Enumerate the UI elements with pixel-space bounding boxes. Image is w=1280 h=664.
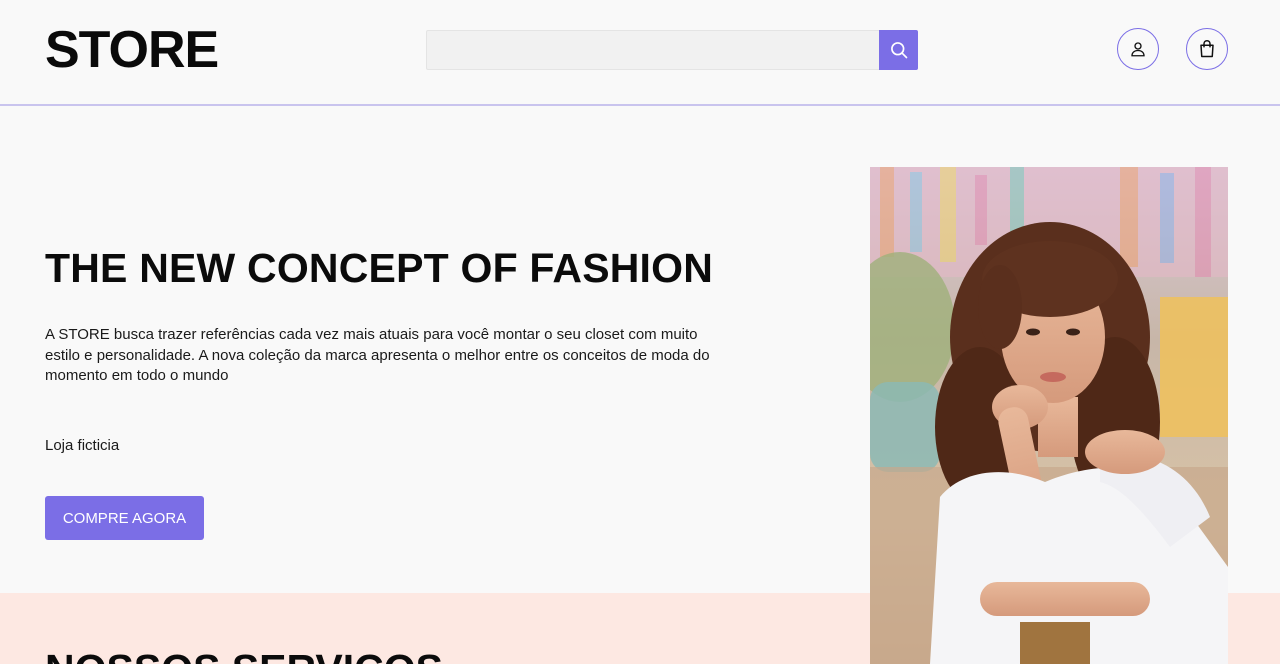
site-header: STORE: [0, 0, 1280, 106]
hero-title: THE NEW CONCEPT OF FASHION: [45, 245, 714, 291]
model-photo: [870, 167, 1228, 664]
store-logo[interactable]: STORE: [45, 22, 219, 78]
search-button[interactable]: [879, 30, 918, 70]
user-icon: [1131, 42, 1145, 57]
hero-image: [870, 167, 1228, 664]
shopping-bag-icon: [1200, 40, 1214, 58]
search-input[interactable]: [426, 30, 879, 70]
account-button[interactable]: [1117, 28, 1159, 70]
search-icon: [890, 42, 907, 59]
search-bar: [426, 30, 918, 70]
hero-note: Loja ficticia: [45, 437, 120, 454]
services-title: NOSSOS SERVIÇOS: [45, 645, 443, 664]
shop-now-button[interactable]: COMPRE AGORA: [45, 496, 204, 540]
hero-description: A STORE busca trazer referências cada ve…: [45, 326, 710, 384]
cart-button[interactable]: [1186, 28, 1228, 70]
